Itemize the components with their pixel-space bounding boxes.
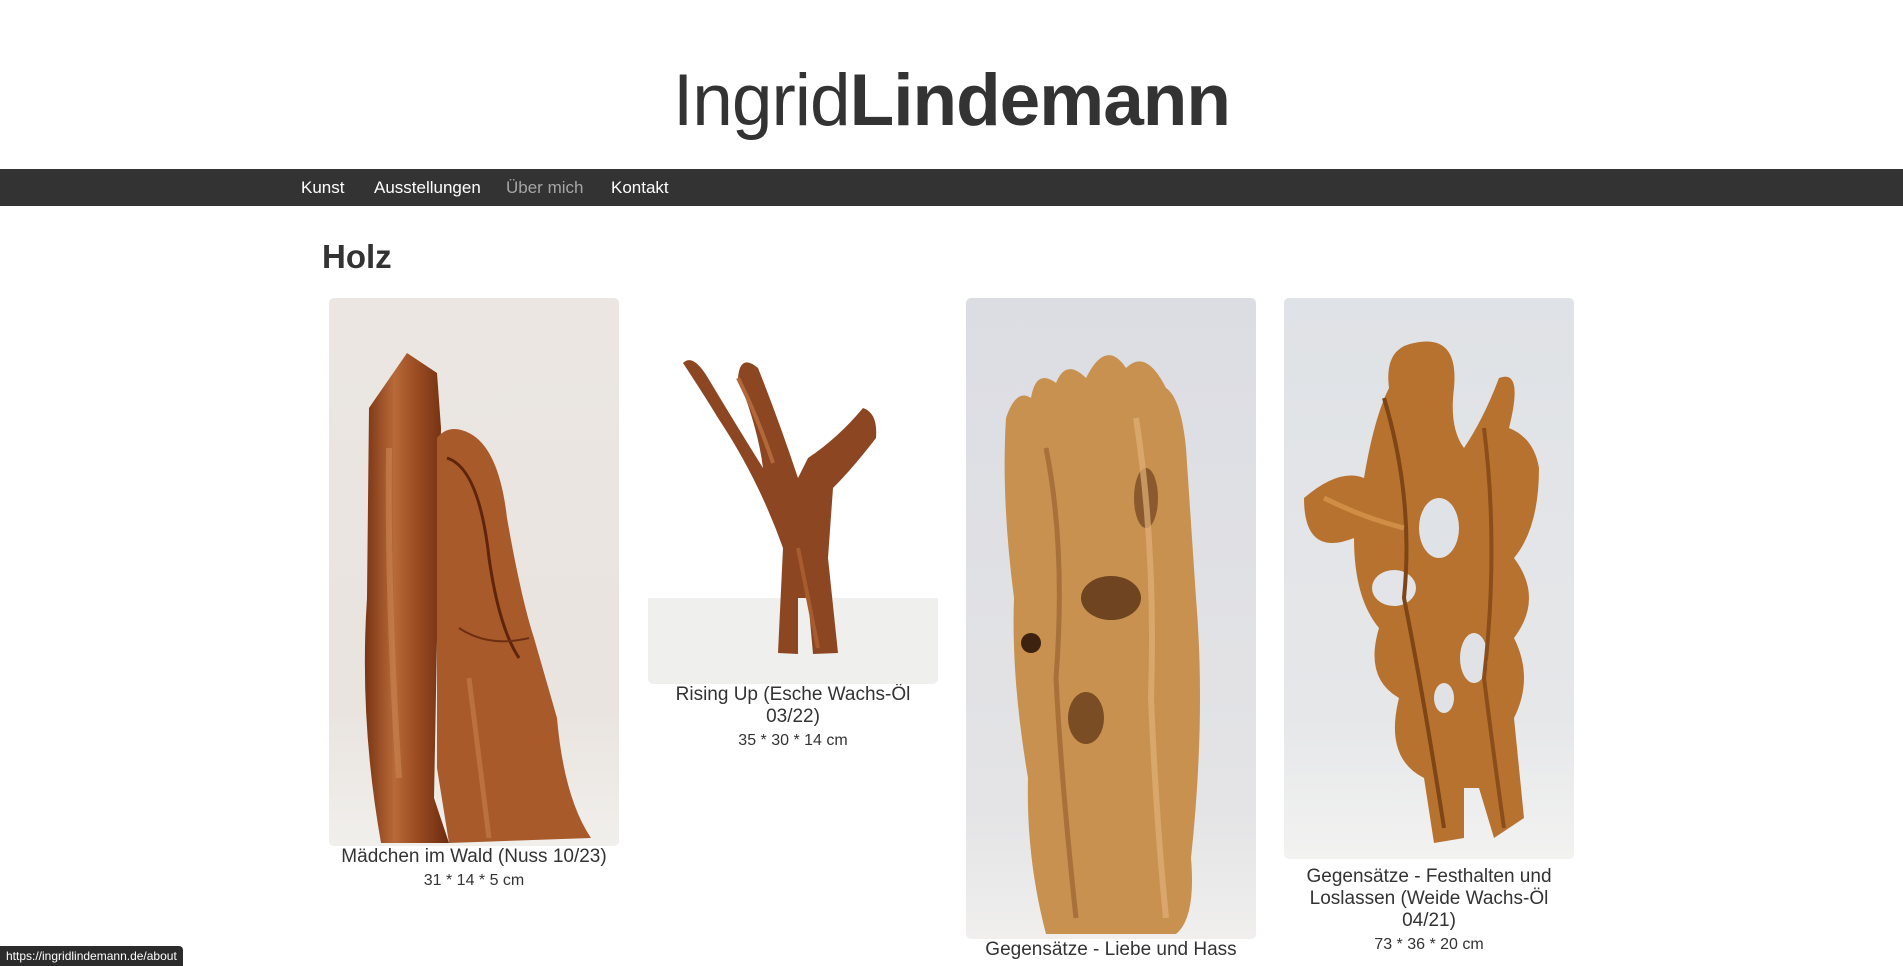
artwork-card[interactable]: Mädchen im Wald (Nuss 10/23) 31 * 14 * 5… (329, 298, 619, 891)
page-title: Holz (322, 238, 392, 275)
artwork-card[interactable]: Gegensätze - Festhalten und Loslassen (W… (1284, 298, 1574, 955)
nav-item-kontakt[interactable]: Kontakt (611, 169, 669, 206)
site-header: IngridLindemann (0, 0, 1903, 169)
logo-first-name: Ingrid (673, 60, 851, 141)
nav-item-kunst[interactable]: Kunst (301, 169, 344, 206)
artwork-dimensions: 73 * 36 * 20 cm (1374, 936, 1484, 953)
artwork-caption: Gegensätze - Festhalten und Loslassen (W… (1306, 866, 1552, 931)
artwork-card[interactable]: Gegensätze - Liebe und Hass (966, 298, 1256, 964)
artwork-caption: Gegensätze - Liebe und Hass (985, 939, 1237, 960)
main-navigation: Kunst Ausstellungen Über mich Kontakt (0, 169, 1903, 206)
site-logo[interactable]: IngridLindemann (0, 58, 1903, 144)
nav-item-ausstellungen[interactable]: Ausstellungen (374, 169, 481, 206)
artwork-dimensions: 35 * 30 * 14 cm (738, 732, 848, 749)
artwork-image-maedchen-im-wald[interactable] (329, 298, 619, 846)
artwork-image-liebe-und-hass[interactable] (966, 298, 1256, 939)
wood-sculpture-image (1284, 298, 1574, 859)
artwork-card[interactable]: Rising Up (Esche Wachs-Öl 03/22) 35 * 30… (648, 298, 938, 751)
artwork-image-festhalten-und-loslassen[interactable] (1284, 298, 1574, 859)
artwork-image-rising-up[interactable] (648, 298, 938, 684)
artwork-dimensions: 31 * 14 * 5 cm (423, 872, 525, 889)
wood-sculpture-image (648, 298, 938, 684)
wood-sculpture-image (329, 298, 619, 846)
logo-last-name: Lindemann (849, 60, 1231, 141)
nav-item-ueber-mich[interactable]: Über mich (506, 169, 583, 206)
status-bar-url: https://ingridlindemann.de/about (0, 946, 183, 966)
artwork-caption: Rising Up (Esche Wachs-Öl 03/22) (675, 684, 911, 727)
wood-sculpture-image (966, 298, 1256, 939)
artwork-caption: Mädchen im Wald (Nuss 10/23) (341, 846, 607, 867)
